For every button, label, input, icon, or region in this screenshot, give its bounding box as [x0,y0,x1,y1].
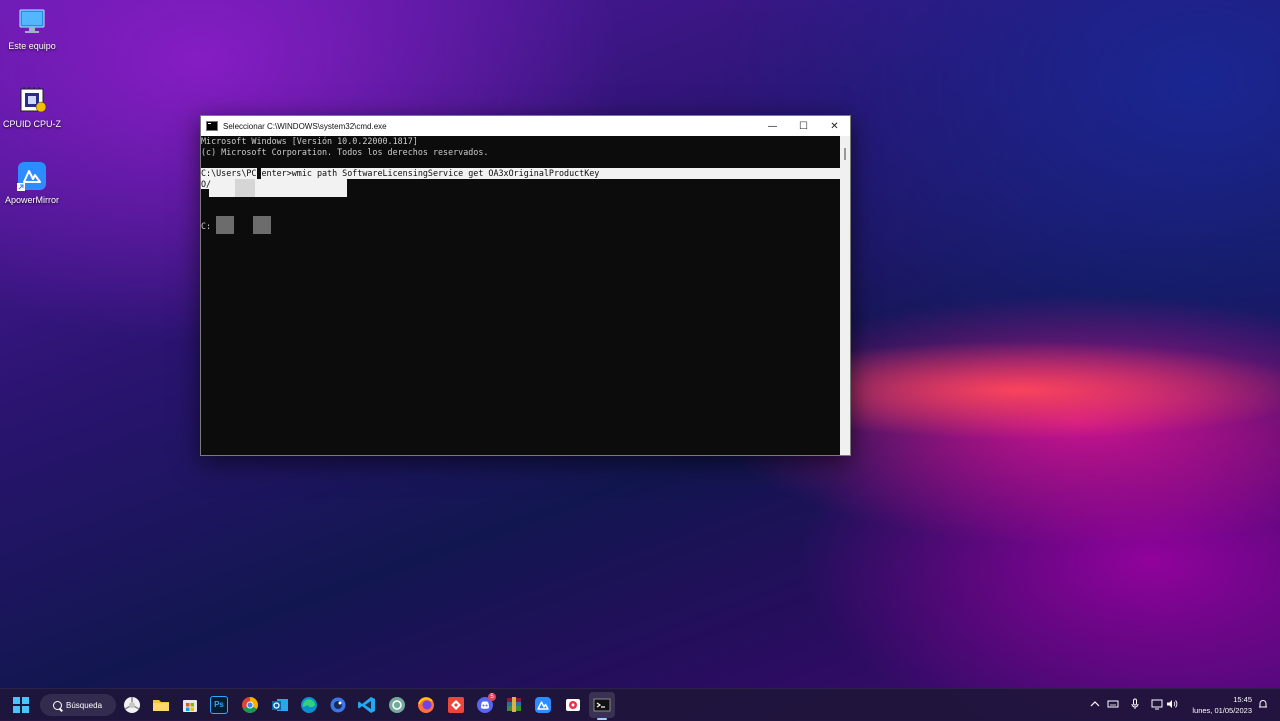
redacted-block [216,216,234,234]
search-label: Búsqueda [66,700,103,710]
speaker-icon[interactable] [1166,698,1178,710]
console-command-line: C:\Users\PCcenter>wmic path SoftwareLice… [201,168,600,178]
start-button[interactable] [13,697,29,713]
apowermirror-icon [17,161,47,191]
minimize-button[interactable]: — [757,116,788,136]
chevron-up-icon[interactable] [1089,698,1101,710]
console-line: Microsoft Windows [Versión 10.0.22000.18… [201,136,418,146]
notification-icon[interactable] [1257,698,1269,710]
media-icon[interactable] [563,695,583,715]
selection-highlight [209,179,347,197]
cmd-icon [206,121,218,131]
close-button[interactable]: ✕ [819,116,850,136]
keyboard-icon[interactable] [1107,698,1119,710]
anydesk-icon[interactable] [446,695,466,715]
terminal-icon[interactable] [592,695,612,720]
desktop-icon-apowermirror[interactable]: ApowerMirror [0,161,67,205]
redacted-block [253,216,271,234]
vertical-scrollbar[interactable] [840,136,850,455]
apowermirror-icon[interactable] [533,695,553,715]
window-title: Seleccionar C:\WINDOWS\system32\cmd.exe [223,121,387,131]
winrar-icon[interactable] [504,695,524,715]
window-titlebar[interactable]: Seleccionar C:\WINDOWS\system32\cmd.exe … [201,116,850,136]
search-icon [53,700,62,710]
chatgpt-icon[interactable] [387,695,407,715]
chrome-icon[interactable] [240,695,260,715]
desktop-icon-label: Este equipo [8,41,56,51]
taskbar-search[interactable]: Búsqueda [40,694,116,716]
desktop-icon-este-equipo[interactable]: Este equipo [0,7,67,51]
edge-icon[interactable] [299,695,319,715]
taskbar-clock[interactable]: 15:45 lunes, 01/05/2023 [1192,694,1252,716]
chrome-canary-icon[interactable] [122,695,142,715]
taskbar: Búsqueda Ps 5 15:45 lunes, 01/05/2023 [0,688,1280,721]
photoshop-label: Ps [214,700,224,709]
desktop-icon-cpuid-cpu-z[interactable]: CPUID CPU-Z [0,85,67,129]
desktop-icon-label: CPUID CPU-Z [3,119,61,129]
redacted-block [235,179,255,197]
network-icon[interactable] [1151,698,1163,710]
browser-icon[interactable] [328,695,348,715]
outlook-icon[interactable] [270,695,290,715]
cmd-window[interactable]: Seleccionar C:\WINDOWS\system32\cmd.exe … [200,115,851,456]
file-explorer-icon[interactable] [151,695,171,715]
monitor-icon [17,7,47,37]
console-output[interactable]: Microsoft Windows [Versión 10.0.22000.18… [201,136,841,455]
maximize-button[interactable]: ☐ [788,116,819,136]
scrollbar-thumb[interactable] [844,148,846,160]
console-line: O/ [201,178,212,189]
desktop-icon-label: ApowerMirror [4,195,59,205]
clock-time: 15:45 [1233,695,1252,704]
notification-badge: 5 [488,693,496,701]
photoshop-icon[interactable]: Ps [210,696,228,714]
vscode-icon[interactable] [357,695,377,715]
console-prompt-line: C: [201,221,212,231]
store-icon[interactable] [180,695,200,715]
console-line: (c) Microsoft Corporation. Todos los der… [201,146,489,157]
firefox-icon[interactable] [416,695,436,715]
clock-date: lunes, 01/05/2023 [1192,706,1252,715]
microphone-icon[interactable] [1129,698,1141,710]
cpu-z-icon [17,85,47,115]
